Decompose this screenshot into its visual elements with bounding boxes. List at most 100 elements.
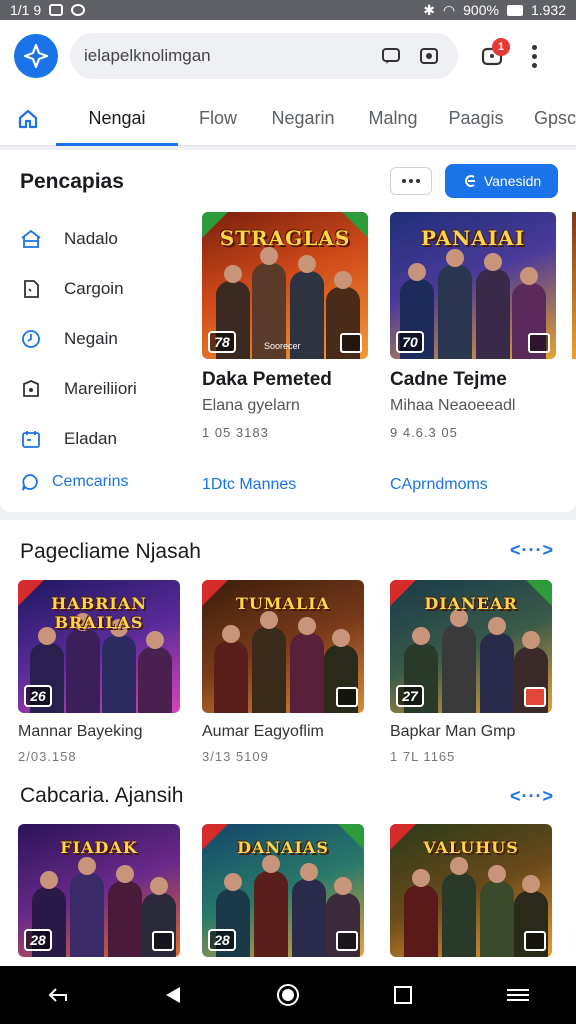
game-name: Aumar Eagyoflim [202,723,324,740]
thumbnail-title: DANAIAS [237,838,329,857]
app-logo-icon[interactable] [14,34,58,78]
thumbnail-title: DIANEAR [424,594,518,613]
side-nav-item[interactable]: Mareiliiori [20,364,137,414]
tab-gpsc[interactable]: Gpsc [514,92,576,146]
side-nav-item[interactable]: Eladan [20,414,137,464]
character-figure [480,865,514,957]
tab-flow[interactable]: Flow [178,92,258,146]
camera-icon[interactable] [414,41,444,71]
status-time: 1/1 9 [10,2,42,18]
tab-malng[interactable]: Malng [348,92,438,146]
game-meta: 2/03.158 [18,749,77,764]
more-options-button[interactable] [390,167,432,195]
tab-paagis[interactable]: Paagis [438,92,514,146]
primary-action-button[interactable]: Vanesidn [445,164,558,198]
shield-icon [71,4,86,16]
platform-icon [336,931,358,951]
character-figure [442,609,476,713]
section-more-arrows-icon[interactable]: <···> [510,540,554,561]
game-thumbnail: DIANEAR 27 [390,580,552,713]
game-link[interactable]: 1Dtc Mannes [202,476,296,494]
game-tile[interactable]: DIANEAR 27 Bapkar Man Gmp 1 7L 1165 [390,580,552,764]
game-tile[interactable]: VALUHUS [390,824,552,957]
game-thumbnail: HABRIAN BRAILAS 26 [18,580,180,713]
recents-icon[interactable] [383,975,423,1015]
game-thumbnail: DANAIAS 28 [202,824,364,957]
character-figure [70,857,104,957]
tab-negarin[interactable]: Negarin [258,92,348,146]
character-figure [252,611,286,713]
side-link[interactable]: Cemcarins [20,472,128,492]
featured-game-card[interactable]: PANAIAI 70 Cadne Tejme Mihaa Neaoeeadl 9… [390,212,556,493]
side-nav-item[interactable]: Nadalo [20,214,137,264]
thumbnail-title: VALUHUS [423,838,519,857]
rating-badge: 70 [396,331,424,353]
back-icon[interactable] [153,975,193,1015]
game-name: Daka Pemeted [202,369,332,390]
next-card-peek [572,212,576,359]
file-icon [20,278,42,300]
thumbnail-title: HABRIAN BRAILAS [51,594,147,632]
platform-icon [152,931,174,951]
character-figure [404,869,438,957]
app-bar: 1 [0,20,576,92]
primary-action-label: Vanesidn [483,173,542,189]
status-bar: 1/1 9 ✱ ◠ 900% 1.932 [0,0,576,20]
game-meta: 3/13 5109 [202,749,269,764]
shield-icon [20,378,42,400]
section-3: Cabcaria. Ajansih <···> FIADAK 28 DANAIA… [0,778,576,966]
game-tile[interactable]: HABRIAN BRAILAS 26 Mannar Bayeking 2/03.… [18,580,180,764]
search-input[interactable] [84,46,368,66]
side-nav-label: Eladan [64,429,117,448]
overflow-menu-icon[interactable] [522,36,546,76]
thumbnail-title: TUMALIA [235,594,331,613]
side-nav-item[interactable]: Cargoin [20,264,137,314]
featured-game-card[interactable]: STRAGLAS 78 Soorecer Daka Pemeted Elana … [202,212,368,493]
section-title: Cabcaria. Ajansih [20,784,184,807]
character-figure [138,631,172,713]
game-tile[interactable]: DANAIAS 28 [202,824,364,957]
game-meta: 1 7L 1165 [390,749,456,764]
back-gesture-icon[interactable] [38,975,78,1015]
character-figure [438,249,472,359]
battery-icon [506,4,523,16]
tab-bar: Nengai Flow Negarin Malng Paagis Gpsc [0,92,576,146]
battery-percent: 900% [463,2,499,18]
menu-icon[interactable] [498,975,538,1015]
notifications-button[interactable]: 1 [472,36,512,76]
clock-icon [20,328,42,350]
side-nav-item[interactable]: Negain [20,314,137,364]
game-tile[interactable]: TUMALIA Aumar Eagyoflim 3/13 5109 [202,580,364,764]
tab-nengai[interactable]: Nengai [56,92,178,146]
calendar-icon [20,428,42,450]
wifi-icon: ◠ [442,1,456,18]
character-figure [214,625,248,713]
game-subtitle: Elana gyelarn [202,397,300,414]
side-link-label: Cemcarins [52,473,129,490]
game-tile[interactable]: FIADAK 28 [18,824,180,957]
game-name: Bapkar Man Gmp [390,723,516,740]
section-2: Pagecliame Njasah <···> HABRIAN BRAILAS … [0,520,576,778]
rating-badge: 28 [24,929,52,951]
search-bar[interactable] [70,33,458,79]
rating-badge: 27 [396,685,424,707]
message-icon[interactable] [376,41,406,71]
side-nav-label: Nadalo [64,229,118,248]
bluetooth-icon: ✱ [423,1,435,18]
rating-badge: 26 [24,685,52,707]
character-figure [480,617,514,713]
tab-home[interactable] [0,92,56,146]
status-clock: 1.932 [530,2,566,18]
game-thumbnail: TUMALIA [202,580,364,713]
thumbnail-title: FIADAK [60,838,138,857]
platform-icon [528,333,550,353]
game-name: Cadne Tejme [390,369,507,390]
platform-icon [336,687,358,707]
game-link[interactable]: CAprndmoms [390,476,488,494]
side-nav-label: Cargoin [64,279,124,298]
platform-icon [524,931,546,951]
section-more-arrows-icon[interactable]: <···> [510,786,554,807]
home-button-icon[interactable] [268,975,308,1015]
game-subtitle: Mihaa Neaoeeadl [390,397,516,414]
game-name: Mannar Bayeking [18,723,143,740]
